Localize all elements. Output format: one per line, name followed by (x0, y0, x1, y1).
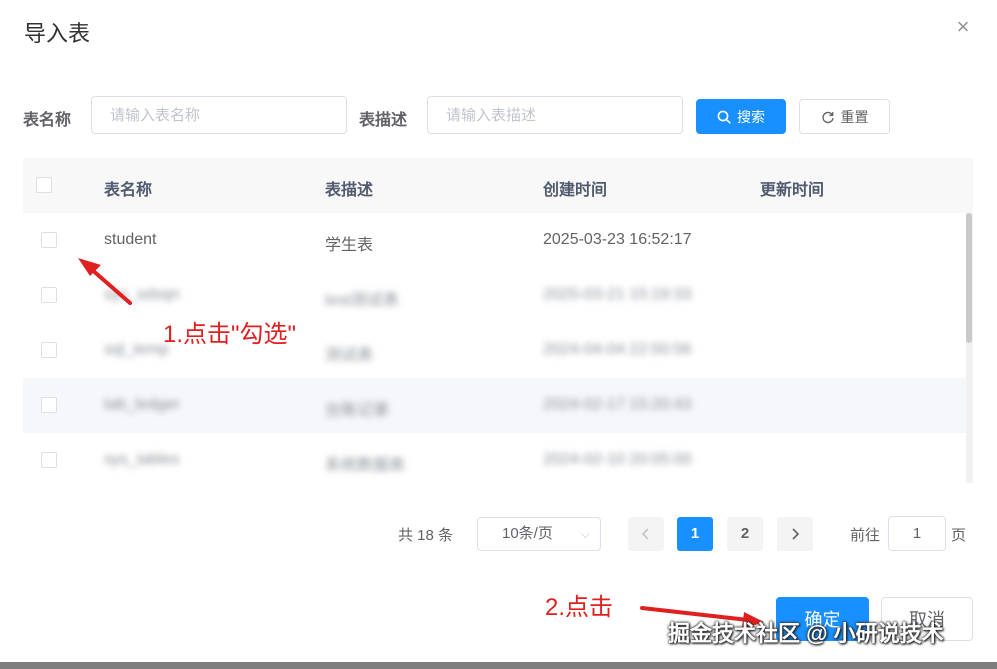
table-row[interactable]: student 学生表 2025-03-23 16:52:17 (23, 213, 966, 269)
row-table-desc: 台账记录 (325, 402, 390, 419)
row-created-time: 2025-03-21 15:19:33 (543, 286, 692, 303)
table-desc-input[interactable] (427, 96, 683, 134)
table-name-label: 表名称 (23, 112, 72, 129)
dialog-title: 导入表 (24, 21, 91, 46)
reset-button[interactable]: 重置 (799, 99, 890, 134)
row-table-name: sys_tables (104, 451, 180, 468)
page-suffix: 页 (951, 527, 967, 544)
watermark: 掘金技术社区 @ 小研说技术 (668, 621, 944, 646)
search-icon (717, 110, 731, 124)
row-checkbox[interactable] (41, 342, 57, 358)
row-checkbox[interactable] (41, 232, 57, 248)
row-table-name: sql_temp (104, 341, 169, 358)
annotation-step2: 2.点击 (545, 594, 614, 621)
row-checkbox[interactable] (41, 452, 57, 468)
column-header-created: 创建时间 (543, 182, 608, 199)
reset-button-label: 重置 (840, 108, 869, 125)
page-size-select[interactable]: 10条/页 ⌵ (477, 517, 601, 551)
row-created-time: 2024-04-04 22:50:56 (543, 341, 692, 358)
chevron-down-icon: ⌵ (580, 527, 590, 541)
pagination-total: 共 18 条 (398, 527, 454, 544)
page-size-value: 10条/页 (502, 525, 553, 542)
select-all-checkbox[interactable] (36, 177, 52, 193)
column-header-desc: 表描述 (325, 182, 374, 199)
row-created-time: 2024-02-17 15:20:43 (543, 396, 692, 413)
chevron-right-icon (792, 528, 800, 540)
row-table-name: student (104, 231, 157, 248)
table-row[interactable]: tab_ledger 台账记录 2024-02-17 15:20:43 (23, 378, 966, 434)
row-checkbox[interactable] (41, 287, 57, 303)
page-button-2[interactable]: 2 (727, 517, 763, 551)
table-scrollbar-thumb[interactable] (966, 213, 972, 343)
table-name-input[interactable] (91, 96, 347, 134)
row-created-time: 2024-02-10 20:05:00 (543, 451, 692, 468)
goto-page-input[interactable] (888, 516, 946, 551)
row-table-name: tab_ledger (104, 396, 180, 413)
table-header: 表名称 表描述 创建时间 更新时间 (23, 158, 973, 214)
chevron-left-icon (641, 528, 649, 540)
annotation-step1: 1.点击"勾选" (163, 321, 297, 348)
row-table-desc: 系统数据表 (325, 457, 406, 474)
close-icon[interactable]: × (950, 14, 976, 40)
next-page-button[interactable] (777, 517, 813, 551)
refresh-icon (821, 111, 834, 123)
column-header-updated: 更新时间 (760, 182, 825, 199)
row-table-name: sys_sdsqn (104, 286, 180, 303)
prev-page-button[interactable] (628, 517, 664, 551)
table-row[interactable]: sys_tables 系统数据表 2024-02-10 20:05:00 (23, 433, 966, 483)
row-checkbox[interactable] (41, 397, 57, 413)
row-table-desc: 学生表 (325, 237, 374, 254)
row-table-desc: 测试表 (325, 347, 374, 364)
goto-label: 前往 (850, 527, 881, 544)
import-table-dialog: 导入表 × 表名称 表描述 搜索 重置 表名称 表描述 创建时间 更新时间 st… (0, 0, 997, 662)
table-desc-label: 表描述 (359, 112, 408, 129)
row-table-desc: test测试表 (325, 292, 399, 309)
search-button[interactable]: 搜索 (696, 99, 786, 134)
column-header-name: 表名称 (104, 182, 153, 199)
window-bottom-edge (0, 662, 997, 669)
search-button-label: 搜索 (737, 108, 765, 125)
page-button-1[interactable]: 1 (677, 517, 713, 551)
row-created-time: 2025-03-23 16:52:17 (543, 231, 692, 248)
